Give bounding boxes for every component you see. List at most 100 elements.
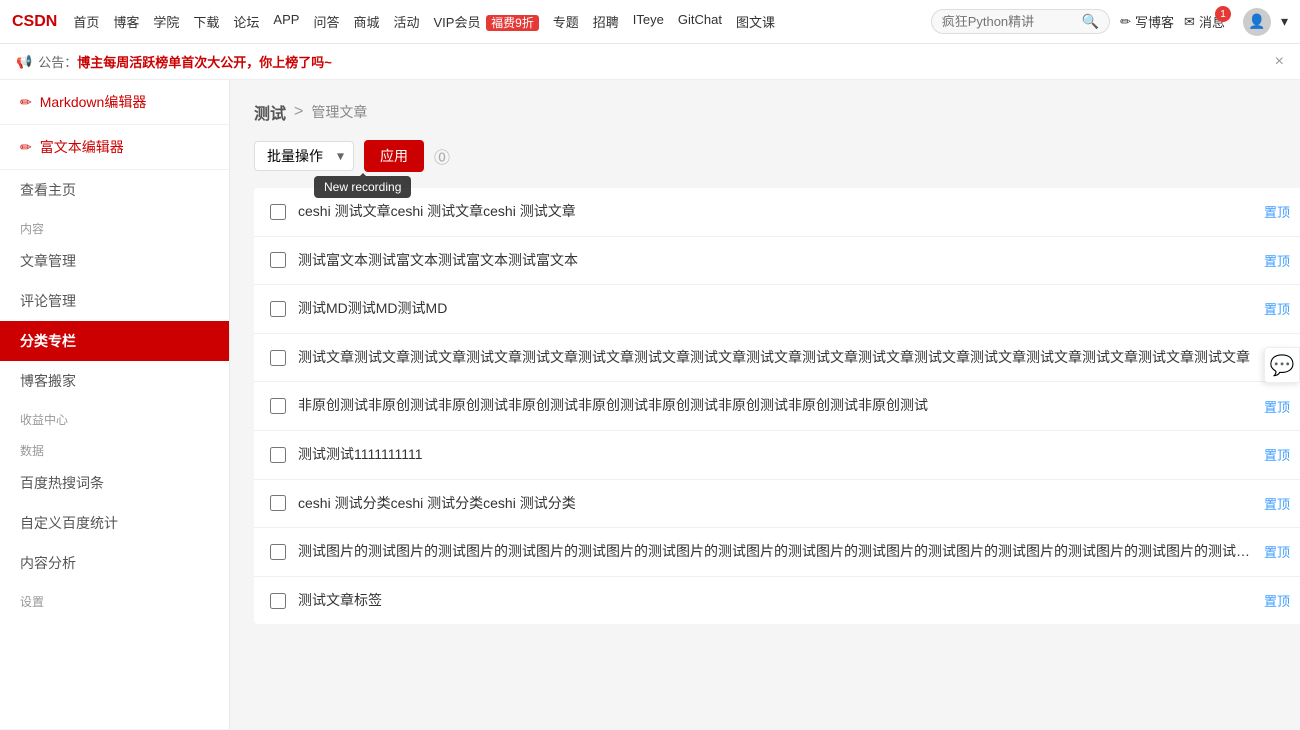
breadcrumb: 测试 > 管理文章	[254, 100, 1300, 124]
avatar[interactable]: 👤	[1243, 8, 1271, 36]
top-nav: CSDN 首页 博客 学院 下载 论坛 APP 问答 商城 活动 VIP会员 褔…	[0, 0, 1300, 44]
sidebar-item-category-column[interactable]: 分类专栏	[0, 321, 229, 361]
article-title-7[interactable]: ceshi 测试分类ceshi 测试分类ceshi 测试分类	[298, 494, 1252, 514]
main-content: 测试 > 管理文章 批量操作 应用 ⓪ New recording ceshi …	[230, 80, 1300, 729]
article-actions-5: 置顶 删除	[1264, 397, 1300, 416]
article-actions-2: 置顶 删除	[1264, 251, 1300, 270]
nav-shop[interactable]: 商城	[353, 12, 379, 31]
article-actions-9: 置顶 删除	[1264, 591, 1300, 610]
table-row: 测试图片的测试图片的测试图片的测试图片的测试图片的测试图片的测试图片的测试图片的…	[254, 528, 1300, 577]
article-actions-8: 置顶 删除	[1264, 542, 1300, 561]
toolbar: 批量操作 应用 ⓪ New recording	[254, 140, 1300, 172]
nav-app[interactable]: APP	[273, 12, 299, 31]
pin-button-7[interactable]: 置顶	[1264, 494, 1290, 513]
sidebar-section-data: 数据	[0, 432, 229, 463]
tooltip-new-recording: New recording	[314, 176, 411, 198]
article-checkbox-8[interactable]	[270, 544, 286, 560]
article-actions-7: 置顶 删除	[1264, 494, 1300, 513]
sidebar-item-view-home[interactable]: 查看主页	[0, 170, 229, 210]
nav-blog[interactable]: 博客	[113, 12, 139, 31]
search-input[interactable]	[942, 14, 1082, 29]
article-title-5[interactable]: 非原创测试非原创测试非原创测试非原创测试非原创测试非原创测试非原创测试非原创测试…	[298, 396, 1252, 416]
breadcrumb-separator: >	[294, 103, 303, 121]
edit-icon: ✏	[1120, 14, 1131, 30]
announcement-bar: 📢 公告： 博主每周活跃榜单首次大公开，你上榜了吗~ ×	[0, 44, 1300, 80]
nav-gitchat[interactable]: GitChat	[678, 12, 722, 31]
article-checkbox-3[interactable]	[270, 301, 286, 317]
article-checkbox-9[interactable]	[270, 593, 286, 609]
article-checkbox-7[interactable]	[270, 495, 286, 511]
nav-recruit[interactable]: 招聘	[593, 12, 619, 31]
sidebar: ✏ Markdown编辑器 ✏ 富文本编辑器 查看主页 内容 文章管理 评论管理…	[0, 80, 230, 729]
sidebar-item-baidu-hot[interactable]: 百度热搜词条	[0, 463, 229, 503]
article-checkbox-5[interactable]	[270, 398, 286, 414]
sidebar-section-settings: 设置	[0, 583, 229, 614]
nav-download[interactable]: 下载	[193, 12, 219, 31]
nav-activity[interactable]: 活动	[393, 12, 419, 31]
sidebar-item-comment-management[interactable]: 评论管理	[0, 281, 229, 321]
table-row: ceshi 测试文章ceshi 测试文章ceshi 测试文章 置顶 删除	[254, 188, 1300, 237]
speaker-icon: 📢	[16, 54, 32, 70]
customer-service-icon: 💬	[1270, 353, 1295, 378]
breadcrumb-home[interactable]: 测试	[254, 100, 286, 124]
sidebar-item-baidu-stats[interactable]: 自定义百度统计	[0, 503, 229, 543]
pin-button-1[interactable]: 置顶	[1264, 202, 1290, 221]
float-customer-service-button[interactable]: 💬	[1264, 347, 1300, 383]
nav-tuwen[interactable]: 图文课	[736, 12, 775, 31]
nav-vip[interactable]: VIP会员 褔费9折	[433, 12, 538, 31]
pin-button-3[interactable]: 置顶	[1264, 299, 1290, 318]
article-checkbox-6[interactable]	[270, 447, 286, 463]
article-checkbox-1[interactable]	[270, 204, 286, 220]
nav-iteye[interactable]: ITeye	[633, 12, 664, 31]
edit-icon: ✏	[20, 94, 32, 111]
table-row: 非原创测试非原创测试非原创测试非原创测试非原创测试非原创测试非原创测试非原创测试…	[254, 382, 1300, 431]
help-icon[interactable]: ⓪	[434, 144, 450, 168]
batch-operation-select[interactable]: 批量操作	[254, 141, 354, 171]
nav-forum[interactable]: 论坛	[233, 12, 259, 31]
vip-badge: 褔费9折	[486, 15, 539, 31]
table-row: 测试MD测试MD测试MD 置顶 删除	[254, 285, 1300, 334]
table-row: 测试测试1111111111 置顶 删除	[254, 431, 1300, 480]
article-list: ceshi 测试文章ceshi 测试文章ceshi 测试文章 置顶 删除 测试富…	[254, 188, 1300, 624]
article-checkbox-4[interactable]	[270, 350, 286, 366]
table-row: ceshi 测试分类ceshi 测试分类ceshi 测试分类 置顶 删除	[254, 480, 1300, 529]
mail-icon: ✉	[1184, 14, 1195, 30]
pin-button-5[interactable]: 置顶	[1264, 397, 1290, 416]
announcement-link[interactable]: 博主每周活跃榜单首次大公开，你上榜了吗~	[77, 52, 332, 71]
article-title-9[interactable]: 测试文章标签	[298, 591, 1252, 611]
message-button[interactable]: ✉ 消息 1	[1184, 12, 1225, 31]
search-box: 🔍	[931, 9, 1110, 34]
article-actions-1: 置顶 删除	[1264, 202, 1300, 221]
article-title-2[interactable]: 测试富文本测试富文本测试富文本测试富文本	[298, 251, 1252, 271]
pin-button-6[interactable]: 置顶	[1264, 445, 1290, 464]
logo[interactable]: CSDN	[12, 13, 57, 31]
article-title-8[interactable]: 测试图片的测试图片的测试图片的测试图片的测试图片的测试图片的测试图片的测试图片的…	[298, 542, 1252, 562]
nav-home[interactable]: 首页	[73, 12, 99, 31]
article-title-6[interactable]: 测试测试1111111111	[298, 445, 1252, 465]
sidebar-item-article-management[interactable]: 文章管理	[0, 241, 229, 281]
avatar-dropdown-icon[interactable]: ▾	[1281, 13, 1288, 30]
search-icon[interactable]: 🔍	[1082, 13, 1099, 30]
article-title-4[interactable]: 测试文章测试文章测试文章测试文章测试文章测试文章测试文章测试文章测试文章测试文章…	[298, 348, 1252, 368]
pin-button-9[interactable]: 置顶	[1264, 591, 1290, 610]
sidebar-item-rich-editor[interactable]: ✏ 富文本编辑器	[0, 125, 229, 170]
edit-icon: ✏	[20, 139, 32, 156]
sidebar-section-content: 内容	[0, 210, 229, 241]
close-announcement-button[interactable]: ×	[1275, 53, 1284, 71]
pin-button-8[interactable]: 置顶	[1264, 542, 1290, 561]
breadcrumb-current: 管理文章	[311, 102, 367, 122]
apply-button[interactable]: 应用	[364, 140, 424, 172]
sidebar-item-blog-move[interactable]: 博客搬家	[0, 361, 229, 401]
nav-special[interactable]: 专题	[553, 12, 579, 31]
nav-academy[interactable]: 学院	[153, 12, 179, 31]
announcement-prefix: 公告：	[38, 52, 77, 71]
article-checkbox-2[interactable]	[270, 252, 286, 268]
write-button[interactable]: ✏ 写博客	[1120, 12, 1174, 31]
pin-button-2[interactable]: 置顶	[1264, 251, 1290, 270]
sidebar-item-content-analysis[interactable]: 内容分析	[0, 543, 229, 583]
nav-qa[interactable]: 问答	[313, 12, 339, 31]
table-row: 测试文章标签 置顶 删除	[254, 577, 1300, 625]
sidebar-item-markdown-editor[interactable]: ✏ Markdown编辑器	[0, 80, 229, 125]
article-title-3[interactable]: 测试MD测试MD测试MD	[298, 299, 1252, 319]
article-title-1[interactable]: ceshi 测试文章ceshi 测试文章ceshi 测试文章	[298, 202, 1252, 222]
